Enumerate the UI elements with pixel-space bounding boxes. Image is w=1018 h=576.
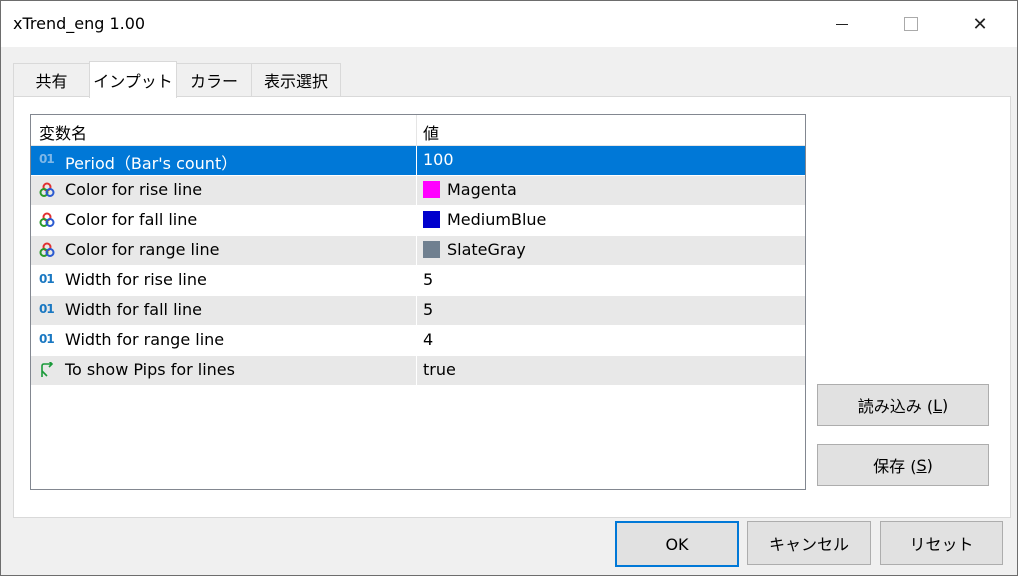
parameters-grid[interactable]: 変数名 値 01 Period（Bar's count） 100 Color f… — [30, 114, 806, 490]
table-row[interactable]: Color for range line SlateGray — [31, 236, 805, 266]
param-name: Period（Bar's count） — [65, 154, 238, 173]
param-value-text: 4 — [423, 330, 434, 349]
color-icon — [39, 182, 55, 197]
cancel-button[interactable]: キャンセル — [747, 521, 871, 565]
column-divider[interactable] — [416, 115, 417, 145]
save-button-label-end: ) — [926, 455, 933, 475]
minimize-button[interactable] — [819, 1, 865, 47]
tab-common[interactable]: 共有 — [13, 63, 90, 96]
color-icon — [39, 242, 55, 257]
table-row[interactable]: Color for rise line Magenta — [31, 176, 805, 206]
tab-colors[interactable]: カラー — [175, 63, 253, 96]
table-row[interactable]: 01 Width for rise line 5 — [31, 266, 805, 296]
param-value[interactable]: Magenta — [423, 180, 517, 199]
boolean-icon — [41, 362, 54, 377]
grid-header: 変数名 値 — [31, 115, 805, 146]
table-row[interactable]: To show Pips for lines true — [31, 356, 805, 386]
tab-inputs[interactable]: インプット — [89, 61, 177, 98]
param-name: Width for rise line — [65, 270, 207, 289]
color-icon — [39, 212, 55, 227]
param-name: Color for fall line — [65, 210, 198, 229]
save-button-label: 保存 ( — [873, 457, 917, 476]
numeric-icon: 01 — [39, 302, 55, 316]
param-value-text: 5 — [423, 300, 434, 319]
title-bar: xTrend_eng 1.00 ✕ — [1, 1, 1017, 47]
save-button[interactable]: 保存 (S) — [817, 444, 989, 486]
param-name: Color for range line — [65, 240, 220, 259]
param-value-text: 100 — [423, 150, 454, 169]
reset-button[interactable]: リセット — [880, 521, 1003, 565]
table-row[interactable]: 01 Width for fall line 5 — [31, 296, 805, 326]
param-name: Color for rise line — [65, 180, 203, 199]
param-value[interactable]: 5 — [423, 270, 433, 289]
tab-panel: 変数名 値 01 Period（Bar's count） 100 Color f… — [13, 96, 1011, 518]
minimize-icon — [836, 23, 848, 25]
param-value-text: true — [423, 360, 456, 379]
param-name: Width for fall line — [65, 300, 202, 319]
maximize-icon — [904, 17, 918, 31]
table-row[interactable]: 01 Period（Bar's count） 100 — [31, 146, 805, 176]
param-value[interactable]: true — [423, 360, 456, 379]
save-button-hotkey: S — [916, 455, 927, 475]
param-value-text: Magenta — [447, 180, 517, 199]
load-button-label-end: ) — [942, 395, 949, 415]
load-button-label: 読み込み ( — [857, 397, 934, 416]
numeric-icon: 01 — [39, 152, 55, 166]
column-header-variable[interactable]: 変数名 — [39, 120, 87, 144]
param-value[interactable]: 4 — [423, 330, 433, 349]
param-value-text: MediumBlue — [447, 210, 547, 229]
color-swatch — [423, 181, 440, 198]
param-value[interactable]: SlateGray — [423, 240, 526, 259]
param-value[interactable]: 100 — [423, 150, 454, 169]
ok-button[interactable]: OK — [615, 521, 739, 567]
param-name: Width for range line — [65, 330, 225, 349]
close-icon: ✕ — [972, 13, 988, 35]
color-swatch — [423, 241, 440, 258]
table-row[interactable]: 01 Width for range line 4 — [31, 326, 805, 356]
close-button[interactable]: ✕ — [957, 1, 1003, 47]
table-row[interactable]: Color for fall line MediumBlue — [31, 206, 805, 236]
window-title: xTrend_eng 1.00 — [13, 14, 146, 33]
numeric-icon: 01 — [39, 332, 55, 346]
color-swatch — [423, 211, 440, 228]
column-divider-line — [416, 146, 417, 386]
numeric-icon: 01 — [39, 272, 55, 286]
maximize-button[interactable] — [888, 1, 934, 47]
tab-visualization[interactable]: 表示選択 — [251, 63, 341, 96]
param-value[interactable]: 5 — [423, 300, 433, 319]
column-header-value[interactable]: 値 — [423, 120, 439, 144]
dialog-window: xTrend_eng 1.00 ✕ 共有 インプット カラー 表示選択 変数名 … — [0, 0, 1018, 576]
param-value-text: 5 — [423, 270, 434, 289]
param-value[interactable]: MediumBlue — [423, 210, 546, 229]
load-button[interactable]: 読み込み (L) — [817, 384, 989, 426]
param-name: To show Pips for lines — [65, 360, 235, 379]
param-value-text: SlateGray — [447, 240, 526, 259]
load-button-hotkey: L — [933, 395, 942, 415]
